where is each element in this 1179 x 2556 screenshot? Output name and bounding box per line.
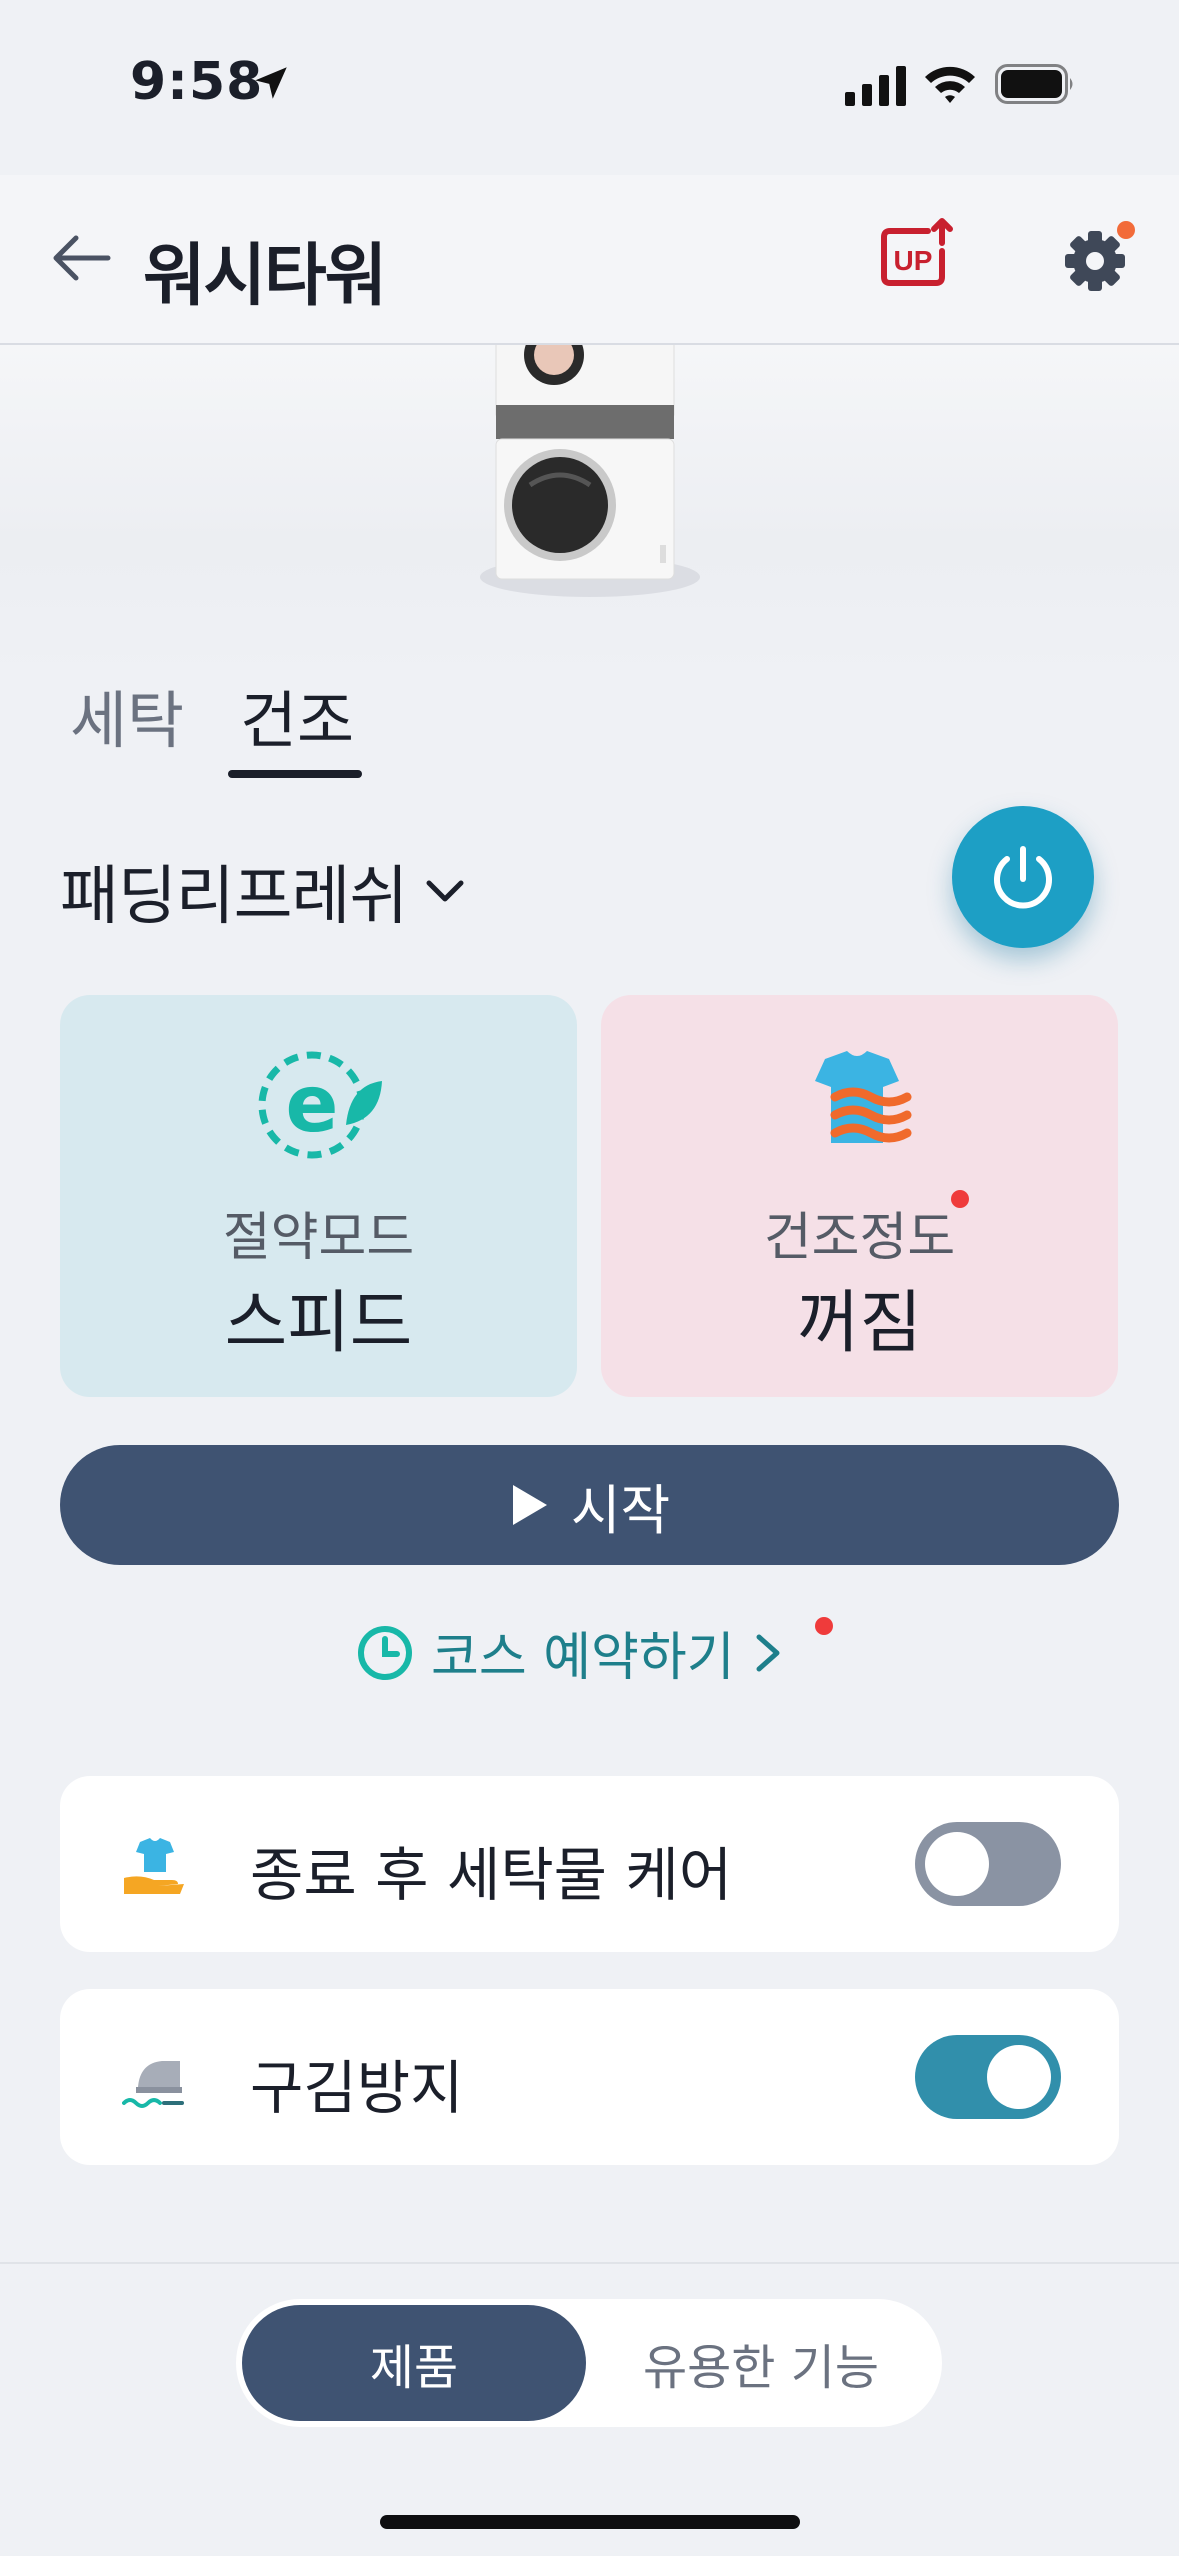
- arrow-left-icon: [53, 235, 111, 281]
- wrinkle-prevent-toggle[interactable]: [915, 2035, 1061, 2119]
- wrinkle-prevent-row: 구김방지: [60, 1989, 1119, 2165]
- laundry-care-row: 종료 후 세탁물 케어: [60, 1776, 1119, 1952]
- dry-level-card[interactable]: 건조정도 꺼짐: [601, 995, 1118, 1397]
- product-tab[interactable]: 제품: [242, 2305, 586, 2421]
- dry-level-label: 건조정도: [763, 1208, 956, 1268]
- tab-dry[interactable]: 건조: [240, 670, 354, 760]
- status-time: 9:58: [130, 52, 264, 112]
- reserve-course-link[interactable]: 코스 예약하기: [355, 1615, 785, 1690]
- tab-active-indicator: [228, 770, 362, 778]
- location-arrow-icon: [255, 67, 287, 99]
- view-switcher: 제품 유용한 기능: [236, 2299, 942, 2427]
- chevron-down-icon: [426, 880, 464, 902]
- laundry-care-icon: [124, 1838, 184, 1894]
- play-icon: [512, 1485, 547, 1525]
- power-button[interactable]: [952, 806, 1094, 948]
- useful-features-tab[interactable]: 유용한 기능: [586, 2305, 936, 2421]
- app-header: 워시타워 UP: [0, 175, 1179, 345]
- back-button[interactable]: [48, 223, 118, 293]
- eco-leaf-icon: e: [258, 1051, 382, 1159]
- cellular-signal-icon: [845, 66, 906, 106]
- iron-icon: [122, 2061, 184, 2108]
- product-hero: [0, 345, 1179, 675]
- page-title: 워시타워: [143, 237, 387, 316]
- bottom-bar: 제품 유용한 기능: [0, 2262, 1179, 2556]
- clock-icon: [358, 1625, 412, 1680]
- laundry-care-toggle[interactable]: [915, 1822, 1061, 1906]
- toggle-knob: [987, 2045, 1051, 2109]
- toggle-knob: [925, 1832, 989, 1896]
- up-upgrade-icon: UP: [881, 218, 953, 286]
- reserve-course-label: 코스 예약하기: [431, 1628, 735, 1688]
- tab-wash[interactable]: 세탁: [70, 670, 184, 760]
- wrinkle-prevent-label: 구김방지: [250, 2054, 464, 2122]
- dry-level-value: 꺼짐: [796, 1284, 923, 1363]
- settings-notification-dot: [1117, 221, 1135, 239]
- chevron-right-icon: [756, 1634, 780, 1671]
- battery-icon: [995, 64, 1073, 104]
- shirt-heat-icon: [814, 1051, 911, 1143]
- status-bar: 9:58: [0, 0, 1179, 175]
- svg-text:e: e: [285, 1060, 338, 1150]
- eco-mode-label: 절약모드: [222, 1208, 415, 1268]
- dry-level-notification-dot: [951, 1190, 969, 1208]
- up-button[interactable]: UP: [878, 217, 958, 297]
- wifi-icon: [925, 66, 975, 103]
- home-indicator: [380, 2515, 800, 2529]
- settings-button[interactable]: [1055, 217, 1135, 297]
- eco-mode-card[interactable]: e 절약모드 스피드: [60, 995, 577, 1397]
- svg-text:UP: UP: [894, 245, 933, 276]
- laundry-care-label: 종료 후 세탁물 케어: [250, 1841, 733, 1909]
- reserve-notification-dot: [815, 1617, 833, 1635]
- power-icon: [994, 846, 1052, 909]
- course-selector[interactable]: 패딩리프레쉬: [60, 845, 467, 937]
- eco-mode-value: 스피드: [224, 1284, 413, 1363]
- start-button[interactable]: 시작: [60, 1445, 1119, 1565]
- start-label: 시작: [570, 1478, 671, 1542]
- course-name: 패딩리프레쉬: [60, 860, 408, 934]
- washtower-image: [480, 345, 700, 597]
